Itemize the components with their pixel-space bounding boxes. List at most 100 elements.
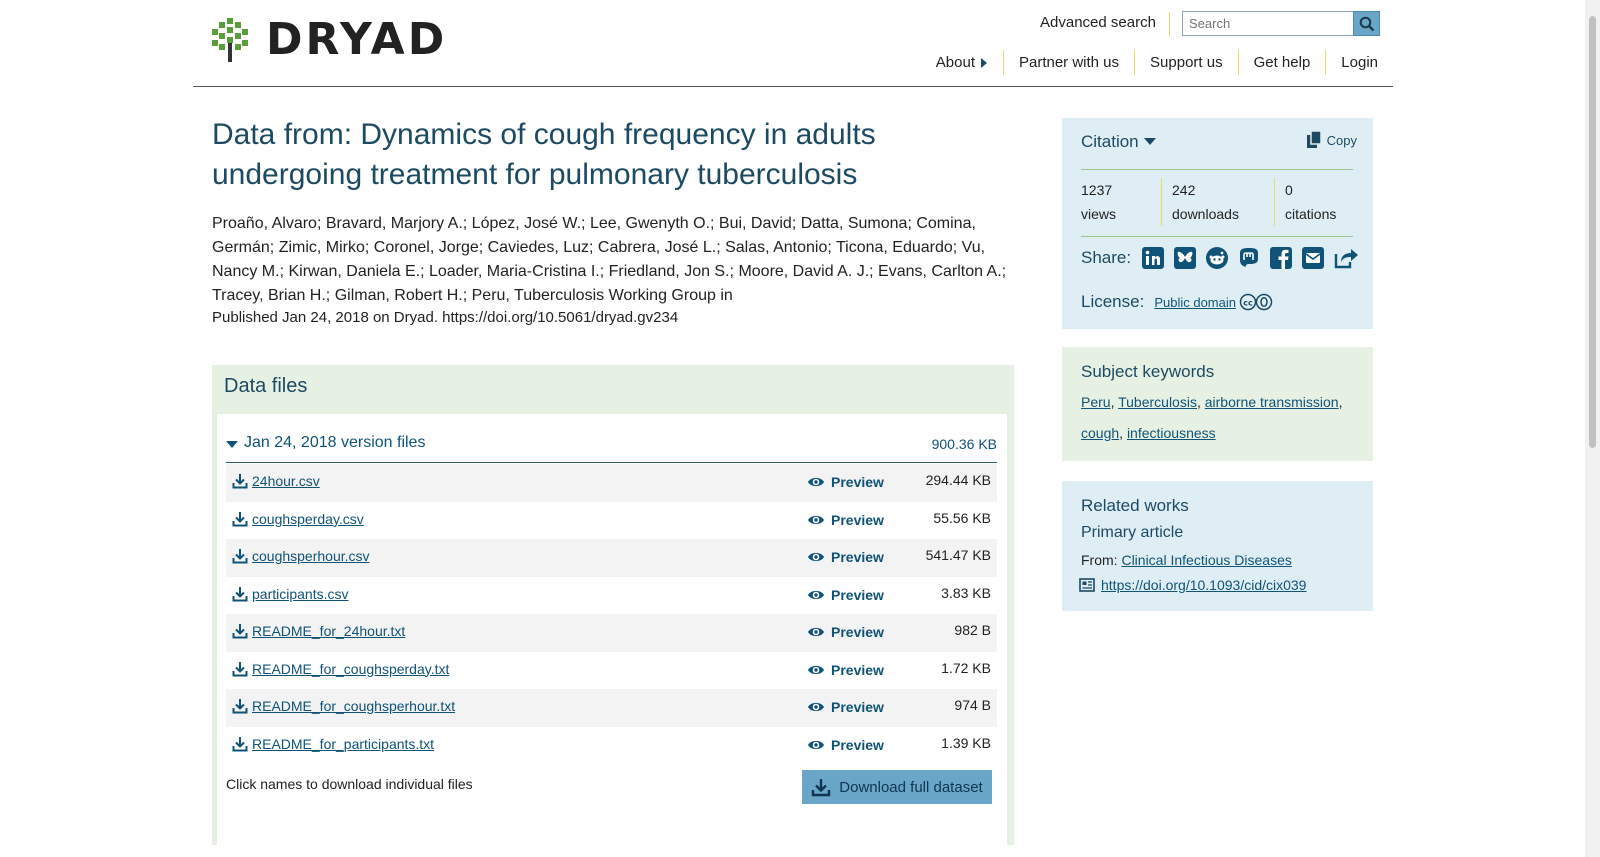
citation-panel: Citation Copy 1237 views 242 downloads 0… (1062, 118, 1373, 329)
related-works-title: Related works (1081, 496, 1189, 515)
author-list: Proaño, Alvaro; Bravard, Marjory A.; Lóp… (212, 215, 1007, 304)
nav-about[interactable]: About (921, 50, 1003, 75)
preview-label: Preview (831, 474, 884, 490)
facebook-icon[interactable] (1269, 246, 1293, 270)
keyword-link[interactable]: Tuberculosis (1118, 394, 1197, 410)
search-button[interactable] (1353, 11, 1380, 36)
related-doi: https://doi.org/10.1093/cid/cix039 (1079, 577, 1306, 593)
file-size: 982 B (954, 622, 991, 638)
stat-label: citations (1285, 206, 1337, 222)
article-doi-link[interactable]: https://doi.org/10.1093/cid/cix039 (1101, 577, 1306, 593)
reddit-icon[interactable] (1205, 246, 1229, 270)
download-icon[interactable] (232, 736, 248, 752)
file-size: 55.56 KB (933, 509, 991, 526)
file-link[interactable]: README_for_participants.txt (252, 736, 434, 752)
download-icon[interactable] (232, 698, 248, 714)
related-from: From: Clinical Infectious Diseases (1081, 552, 1292, 568)
related-works-panel: Related works Primary article From: Clin… (1062, 481, 1373, 611)
preview-button[interactable]: Preview (807, 474, 884, 490)
file-link[interactable]: coughsperhour.csv (252, 548, 370, 564)
search-icon (1359, 16, 1374, 31)
preview-label: Preview (831, 549, 884, 565)
eye-icon (808, 590, 824, 599)
share-icon[interactable] (1333, 246, 1359, 270)
download-icon[interactable] (232, 548, 248, 564)
file-link[interactable]: 24hour.csv (252, 473, 320, 489)
keyword-link[interactable]: cough (1081, 425, 1119, 441)
linkedin-icon[interactable] (1141, 246, 1165, 270)
stat-number: 242 (1172, 182, 1196, 198)
file-link[interactable]: participants.csv (252, 586, 348, 602)
download-icon (812, 779, 831, 797)
preview-button[interactable]: Preview (807, 624, 884, 640)
data-files-panel: Data files Jan 24, 2018 version files 90… (212, 365, 1014, 845)
preview-button[interactable]: Preview (807, 737, 884, 753)
dryad-logo[interactable]: DRYAD (212, 16, 447, 64)
file-link[interactable]: README_for_24hour.txt (252, 623, 405, 639)
download-icon[interactable] (232, 586, 248, 602)
citation-toggle[interactable]: Citation (1081, 132, 1156, 152)
search-box (1182, 11, 1379, 36)
file-row: README_for_participants.txt Preview 1.39 K… (226, 727, 997, 765)
email-icon[interactable] (1301, 246, 1325, 270)
file-size: 294.44 KB (925, 472, 991, 488)
file-size: 3.83 KB (941, 584, 991, 601)
scrollbar-thumb[interactable] (1589, 16, 1596, 448)
bluesky-icon[interactable] (1173, 246, 1197, 270)
file-link[interactable]: README_for_coughsperday.txt (252, 661, 449, 677)
download-icon[interactable] (232, 661, 248, 677)
preview-button[interactable]: Preview (807, 587, 884, 603)
download-icon[interactable] (232, 511, 248, 527)
download-icon[interactable] (232, 473, 248, 489)
license-row: License: Public domain cc (1081, 292, 1273, 312)
share-label: Share: (1081, 248, 1132, 267)
preview-button[interactable]: Preview (807, 512, 884, 528)
nav-login[interactable]: Login (1325, 50, 1393, 75)
cc-zero-icon: cc (1239, 293, 1273, 311)
file-size: 1.72 KB (941, 659, 991, 676)
share-bar: Share: (1081, 246, 1367, 270)
keyword-link[interactable]: infectiousness (1127, 425, 1216, 441)
file-size: 541.47 KB (925, 547, 991, 563)
keyword-link[interactable]: airborne transmission (1205, 394, 1339, 410)
from-label: From: (1081, 552, 1118, 568)
version-header[interactable]: Jan 24, 2018 version files 900.36 KB (226, 432, 997, 463)
eye-icon (808, 627, 824, 637)
keyword-link[interactable]: Peru (1081, 394, 1111, 410)
page-scrollbar[interactable] (1585, 0, 1600, 857)
file-row: 24hour.csv Preview 294.44 KB (226, 464, 997, 502)
preview-label: Preview (831, 736, 884, 753)
copy-citation-button[interactable]: Copy (1306, 131, 1357, 149)
eye-icon (808, 552, 824, 562)
download-full-button[interactable]: Download full dataset (802, 770, 992, 804)
journal-link[interactable]: Clinical Infectious Diseases (1121, 552, 1291, 568)
version-label: Jan 24, 2018 version files (244, 434, 426, 451)
file-link[interactable]: README_for_coughsperhour.txt (252, 698, 455, 714)
file-size: 974 B (954, 697, 991, 713)
eye-icon (808, 477, 824, 487)
preview-button[interactable]: Preview (807, 662, 884, 678)
data-files-inner: Jan 24, 2018 version files 900.36 KB 24h… (217, 414, 1007, 845)
nav-support[interactable]: Support us (1134, 50, 1238, 75)
subject-keywords-panel: Subject keywords Peru, Tuberculosis, air… (1062, 347, 1373, 461)
preview-label: Preview (831, 511, 884, 528)
main-nav: About Partner with us Support us Get hel… (921, 50, 1393, 75)
license-link[interactable]: Public domain (1154, 295, 1236, 310)
nav-partner[interactable]: Partner with us (1002, 50, 1134, 75)
stat-label: downloads (1172, 206, 1239, 222)
metrics: 1237 views 242 downloads 0 citations (1081, 178, 1353, 226)
advanced-search-link[interactable]: Advanced search (1040, 14, 1156, 31)
site-header: DRYAD Advanced search About Partner with… (193, 0, 1393, 87)
mastodon-icon[interactable] (1237, 246, 1261, 270)
download-hint: Click names to download individual files (226, 776, 473, 792)
preview-button[interactable]: Preview (807, 549, 884, 565)
data-files-title: Data files (224, 375, 308, 397)
search-input[interactable] (1183, 12, 1355, 34)
nav-help[interactable]: Get help (1237, 50, 1326, 75)
download-icon[interactable] (232, 623, 248, 639)
preview-label: Preview (831, 586, 884, 603)
file-size: 1.39 KB (941, 734, 991, 751)
file-link[interactable]: coughsperday.csv (252, 511, 364, 527)
preview-button[interactable]: Preview (807, 699, 884, 715)
stat-number: 1237 (1081, 182, 1113, 198)
